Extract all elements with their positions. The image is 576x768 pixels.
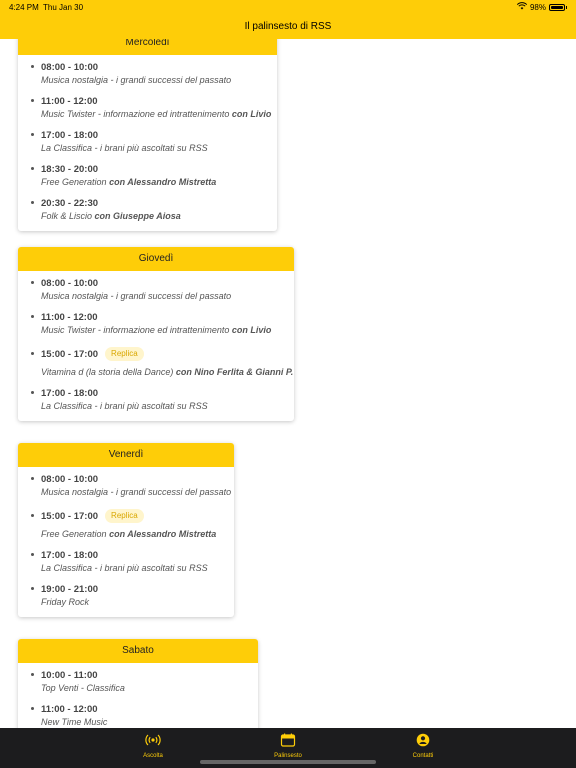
show-host: con Livio	[231, 325, 272, 335]
time-slot: 17:00 - 18:00	[41, 550, 99, 561]
status-date: Thu Jan 30	[43, 3, 84, 12]
show-name: Musica nostalgia - i grandi successi del…	[41, 487, 232, 497]
day-card-sabato: Sabato 10:00 - 11:00 Top Venti - Classif…	[18, 639, 258, 728]
top-bar: 4:24 PM Thu Jan 30 98% Il palinsesto di …	[0, 0, 576, 39]
list-item: 18:30 - 20:00 Free Generation con Alessa…	[18, 163, 277, 189]
show-host: con Livio	[231, 109, 272, 119]
tab-label: Ascolta	[143, 753, 163, 759]
tab-label: Palinsesto	[274, 753, 302, 759]
show-name: Musica nostalgia - i grandi successi del…	[41, 291, 232, 301]
show-name: Friday Rock	[41, 597, 90, 607]
list-item: 08:00 - 10:00 Musica nostalgia - i grand…	[18, 473, 234, 499]
time-slot: 17:00 - 18:00	[41, 130, 99, 141]
day-header: Sabato	[18, 639, 258, 663]
radio-broadcast-icon	[145, 734, 161, 751]
status-indicators: 98%	[516, 2, 567, 12]
show-name: La Classifica - i brani più ascoltati su…	[41, 143, 208, 153]
show-host: con Giuseppe Aiosa	[94, 211, 181, 221]
show-name: Top Venti - Classifica	[41, 683, 125, 693]
battery-icon	[549, 3, 565, 11]
wifi-icon	[516, 2, 528, 12]
list-item: 11:00 - 12:00 New Time Music	[18, 703, 258, 728]
time-slot: 08:00 - 10:00	[41, 62, 99, 73]
show-name: Folk & Liscio	[41, 211, 93, 221]
tab-label: Contatti	[412, 753, 434, 759]
schedule-list[interactable]: Mercoledì 08:00 - 10:00 Musica nostalgia…	[0, 39, 576, 728]
time-slot: 15:00 - 17:00	[41, 510, 99, 522]
list-item: 20:30 - 22:30 Folk & Liscio con Giuseppe…	[18, 197, 277, 223]
show-host: con Alessandro Mistretta	[109, 529, 217, 539]
day-header: Venerdì	[18, 443, 234, 467]
time-slot: 11:00 - 12:00	[41, 312, 98, 323]
time-slot: 19:00 - 21:00	[41, 584, 99, 595]
list-item: 19:00 - 21:00 Friday Rock	[18, 583, 234, 609]
time-slot: 20:30 - 22:30	[41, 198, 99, 209]
page-title: Il palinsesto di RSS	[244, 21, 332, 32]
show-name: La Classifica - i brani più ascoltati su…	[41, 563, 208, 573]
day-header: Mercoledì	[18, 39, 277, 55]
status-time: 4:24 PM	[9, 3, 39, 12]
user-circle-icon	[415, 733, 431, 751]
show-name: Free Generation	[41, 177, 107, 187]
day-header: Giovedì	[18, 247, 294, 271]
show-name: Free Generation	[41, 529, 107, 539]
list-item: 08:00 - 10:00 Musica nostalgia - i grand…	[18, 277, 294, 303]
time-slot: 17:00 - 18:00	[41, 388, 99, 399]
show-name: Music Twister - informazione ed intratte…	[41, 325, 230, 335]
show-name: Vitamina d (la storia della Dance)	[41, 367, 174, 377]
time-slot: 10:00 - 11:00	[41, 670, 98, 681]
time-slot: 08:00 - 10:00	[41, 278, 99, 289]
time-slot: 11:00 - 12:00	[41, 704, 98, 715]
time-slot: 15:00 - 17:00	[41, 348, 99, 360]
list-item: 11:00 - 12:00 Music Twister - informazio…	[18, 311, 294, 337]
list-item: 15:00 - 17:00 Replica Free Generation con…	[18, 507, 234, 541]
show-host: con Alessandro Mistretta	[109, 177, 217, 187]
calendar-icon	[280, 733, 296, 751]
list-item: 10:00 - 11:00 Top Venti - Classifica	[18, 669, 258, 695]
replica-badge: Replica	[105, 509, 144, 523]
tab-contatti[interactable]: Contatti	[383, 733, 463, 759]
list-item: 08:00 - 10:00 Musica nostalgia - i grand…	[18, 61, 277, 87]
time-slot: 11:00 - 12:00	[41, 96, 98, 107]
tab-ascolta[interactable]: Ascolta	[113, 733, 193, 759]
list-item: 17:00 - 18:00 La Classifica - i brani pi…	[18, 129, 277, 155]
home-indicator	[200, 760, 376, 764]
list-item: 15:00 - 17:00 Replica Vitamina d (la stor…	[18, 345, 294, 379]
time-slot: 08:00 - 10:00	[41, 474, 99, 485]
replica-badge: Replica	[105, 347, 144, 361]
day-card-venerdi: Venerdì 08:00 - 10:00 Musica nostalgia -…	[18, 443, 234, 617]
time-slot: 18:30 - 20:00	[41, 164, 99, 175]
tab-palinsesto[interactable]: Palinsesto	[248, 733, 328, 759]
day-card-mercoledi: Mercoledì 08:00 - 10:00 Musica nostalgia…	[18, 39, 277, 231]
show-name: La Classifica - i brani più ascoltati su…	[41, 401, 208, 411]
list-item: 17:00 - 18:00 La Classifica - i brani pi…	[18, 387, 294, 413]
show-name: Musica nostalgia - i grandi successi del…	[41, 75, 232, 85]
show-name: New Time Music	[41, 717, 108, 727]
show-host: con Nino Ferlita & Gianni P.	[175, 367, 294, 377]
battery-percent: 98%	[529, 2, 546, 12]
day-card-giovedi: Giovedì 08:00 - 10:00 Musica nostalgia -…	[18, 247, 294, 421]
list-item: 17:00 - 18:00 La Classifica - i brani pi…	[18, 549, 234, 575]
show-name: Music Twister - informazione ed intratte…	[41, 109, 230, 119]
list-item: 11:00 - 12:00 Music Twister - informazio…	[18, 95, 277, 121]
